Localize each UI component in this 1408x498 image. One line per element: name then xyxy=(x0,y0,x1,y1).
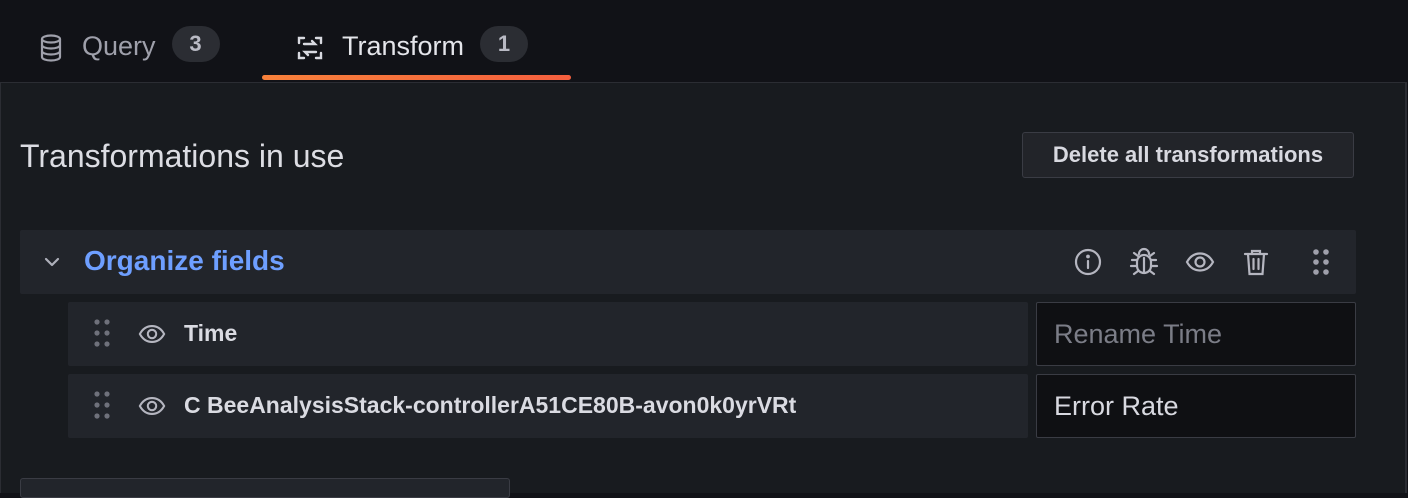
drag-handle-icon[interactable] xyxy=(1311,247,1331,282)
transformation-title[interactable]: Organize fields xyxy=(84,245,285,277)
tab-transform[interactable]: Transform 1 xyxy=(262,26,571,82)
drag-handle-icon[interactable] xyxy=(93,390,111,425)
database-icon xyxy=(38,34,64,62)
eye-icon[interactable] xyxy=(138,320,166,353)
tab-query-label: Query xyxy=(82,31,156,61)
tab-query[interactable]: Query 3 xyxy=(38,26,220,82)
rename-field-input[interactable] xyxy=(1036,374,1356,438)
section-title: Transformations in use xyxy=(20,138,345,174)
tab-query-count-badge: 3 xyxy=(171,26,220,62)
field-name: C BeeAnalysisStack-controllerA51CE80B-av… xyxy=(184,392,797,418)
drag-handle-icon[interactable] xyxy=(93,318,111,353)
delete-all-transformations-button[interactable]: Delete all transformations xyxy=(1022,132,1354,178)
add-transformation-button[interactable] xyxy=(20,478,510,498)
trash-icon[interactable] xyxy=(1242,247,1270,282)
bug-icon[interactable] xyxy=(1128,247,1160,282)
field-name: Time xyxy=(184,320,238,346)
eye-icon[interactable] xyxy=(1185,247,1215,282)
rename-field-input[interactable] xyxy=(1036,302,1356,366)
info-icon[interactable] xyxy=(1073,247,1103,282)
transform-icon xyxy=(296,34,324,62)
editor-tab-bar: Query 3 Transform 1 xyxy=(0,0,1408,82)
eye-icon[interactable] xyxy=(138,392,166,425)
tab-transform-label: Transform xyxy=(342,31,465,61)
chevron-down-icon[interactable] xyxy=(42,252,62,277)
active-tab-indicator xyxy=(262,75,571,80)
tab-transform-count-badge: 1 xyxy=(480,26,529,62)
